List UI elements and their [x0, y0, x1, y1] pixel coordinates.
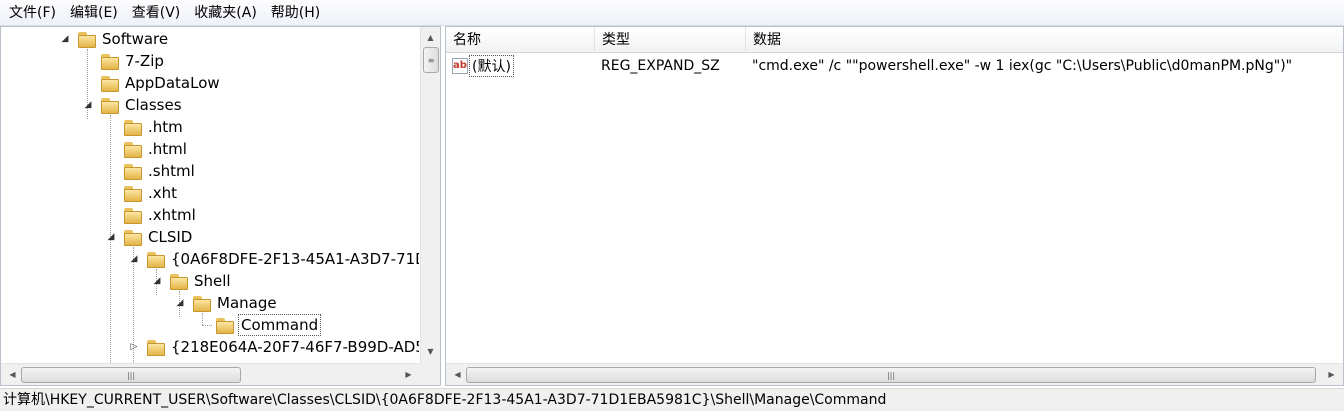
tree-node-appdatalow[interactable]: AppDataLow	[82, 72, 222, 94]
tree-node-htm[interactable]: .htm	[105, 116, 185, 138]
tree-node-clsid[interactable]: ◢ CLSID	[105, 226, 194, 248]
cell-data: "cmd.exe" /c ""powershell.exe" -w 1 iex(…	[752, 58, 1293, 74]
registry-tree[interactable]: ◢ Software 7-Zip AppDataLow ◢ Classes .h…	[0, 26, 441, 386]
tree-rows: ◢ Software 7-Zip AppDataLow ◢ Classes .h…	[1, 27, 419, 363]
folder-icon	[123, 185, 142, 202]
status-bar: 计算机\HKEY_CURRENT_USER\Software\Classes\C…	[0, 388, 1344, 411]
tree-node-shtml[interactable]: .shtml	[105, 160, 197, 182]
tree-node-label: AppDataLow	[125, 74, 220, 92]
tree-vertical-scrollbar[interactable]: ▲ ≡ ▼	[420, 27, 440, 363]
cell-type: REG_EXPAND_SZ	[601, 58, 720, 74]
tree-node-label: Manage	[217, 294, 277, 312]
collapse-triangle-icon[interactable]: ◢	[82, 99, 94, 111]
tree-node-shell[interactable]: ◢ Shell	[151, 270, 233, 292]
scroll-right-arrow-icon[interactable]: ▶	[400, 366, 417, 383]
folder-icon	[192, 295, 211, 312]
tree-node-label: .xht	[148, 184, 178, 202]
tree-node-xhtml[interactable]: .xhtml	[105, 204, 198, 226]
tree-node-label: .htm	[148, 118, 183, 136]
menu-bar: 文件(F) 编辑(E) 查看(V) 收藏夹(A) 帮助(H)	[0, 0, 1344, 26]
collapse-triangle-icon[interactable]: ◢	[128, 253, 140, 265]
scroll-down-arrow-icon[interactable]: ▼	[422, 343, 439, 360]
tree-node-label: Shell	[194, 272, 231, 290]
tree-node-label: 7-Zip	[125, 52, 164, 70]
tree-node-label: CLSID	[148, 228, 193, 246]
folder-icon	[100, 75, 119, 92]
folder-icon	[169, 273, 188, 290]
list-horizontal-scrollbar[interactable]: ◀ ||| ▶	[446, 363, 1343, 385]
collapse-triangle-icon[interactable]: ◢	[151, 275, 163, 287]
tree-node-label: .xhtml	[148, 206, 196, 224]
values-list[interactable]: 名称 类型 数据 ab (默认) REG_EXPAND_SZ "cmd.exe"…	[445, 26, 1344, 386]
tree-node-label: Software	[102, 30, 169, 48]
folder-icon	[123, 207, 142, 224]
folder-icon	[215, 317, 234, 334]
tree-node-label-selected: Command	[238, 314, 322, 336]
tree-node-label: {218E064A-20F7-46F7-B99D-AD5F	[171, 338, 419, 356]
collapse-triangle-icon[interactable]: ◢	[59, 33, 71, 45]
column-header-name[interactable]: 名称	[446, 27, 595, 53]
menu-file[interactable]: 文件(F)	[2, 2, 63, 24]
scroll-thumb[interactable]: |||	[21, 367, 241, 383]
tree-node-manage[interactable]: ◢ Manage	[174, 292, 279, 314]
folder-icon	[100, 97, 119, 114]
tree-node-command[interactable]: Command	[197, 314, 322, 336]
scroll-thumb[interactable]: ≡	[423, 47, 439, 73]
expand-triangle-icon[interactable]: ▷	[128, 341, 140, 353]
column-header-type[interactable]: 类型	[595, 27, 746, 53]
list-header: 名称 类型 数据	[446, 27, 1343, 53]
folder-icon	[146, 339, 165, 356]
folder-icon	[100, 53, 119, 70]
tree-horizontal-scrollbar[interactable]: ◀ ||| ▶	[1, 363, 420, 385]
scroll-left-arrow-icon[interactable]: ◀	[449, 366, 466, 383]
list-item[interactable]: ab (默认) REG_EXPAND_SZ "cmd.exe" /c ""pow…	[446, 54, 1336, 78]
menu-favorites[interactable]: 收藏夹(A)	[187, 2, 264, 24]
scrollbar-corner	[420, 363, 440, 385]
folder-icon	[123, 141, 142, 158]
ab-string-icon: ab	[452, 58, 468, 74]
tree-node-html[interactable]: .html	[105, 138, 189, 160]
column-header-data[interactable]: 数据	[746, 27, 1343, 53]
tree-node-label: .shtml	[148, 162, 195, 180]
menu-help[interactable]: 帮助(H)	[264, 2, 327, 24]
collapse-triangle-icon[interactable]: ◢	[174, 297, 186, 309]
tree-node-classes[interactable]: ◢ Classes	[82, 94, 184, 116]
tree-node-7zip[interactable]: 7-Zip	[82, 50, 166, 72]
folder-icon	[123, 163, 142, 180]
scroll-thumb[interactable]: |||	[466, 367, 1316, 383]
tree-node-xht[interactable]: .xht	[105, 182, 179, 204]
menu-edit[interactable]: 编辑(E)	[63, 2, 125, 24]
folder-icon	[123, 119, 142, 136]
tree-node-software[interactable]: ◢ Software	[59, 28, 170, 50]
folder-icon	[123, 229, 142, 246]
tree-node-clsid-218e064a[interactable]: ▷ {218E064A-20F7-46F7-B99D-AD5F	[128, 336, 419, 358]
folder-icon	[146, 251, 165, 268]
menu-view[interactable]: 查看(V)	[125, 2, 188, 24]
scroll-right-arrow-icon[interactable]: ▶	[1323, 366, 1340, 383]
scroll-left-arrow-icon[interactable]: ◀	[4, 366, 21, 383]
scroll-up-arrow-icon[interactable]: ▲	[422, 29, 439, 46]
tree-node-label: {0A6F8DFE-2F13-45A1-A3D7-71D1	[171, 250, 419, 268]
value-name: (默认)	[469, 55, 514, 77]
tree-node-clsid-0a6f8dfe[interactable]: ◢ {0A6F8DFE-2F13-45A1-A3D7-71D1	[128, 248, 419, 270]
tree-node-label: .html	[148, 140, 187, 158]
cell-name: ab (默认)	[446, 55, 595, 77]
folder-icon	[77, 31, 96, 48]
tree-node-label: Classes	[125, 96, 182, 114]
collapse-triangle-icon[interactable]: ◢	[105, 231, 117, 243]
